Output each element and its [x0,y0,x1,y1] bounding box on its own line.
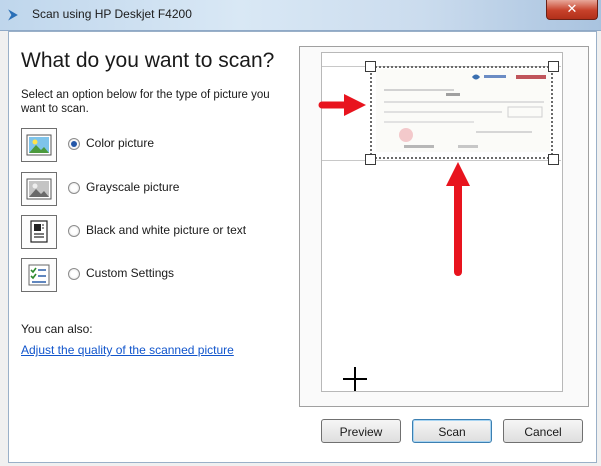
radio-custom-settings[interactable] [68,268,80,280]
custom-settings-icon[interactable] [21,258,57,292]
preview-button[interactable]: Preview [321,419,401,443]
radio-grayscale-picture[interactable] [68,182,80,194]
adjust-quality-link[interactable]: Adjust the quality of the scanned pictur… [21,343,234,357]
option-label: Black and white picture or text [86,223,247,237]
scan-button[interactable]: Scan [412,419,492,443]
close-button[interactable]: ✕ [546,0,598,20]
option-label: Color picture [86,136,155,150]
option-black-white[interactable]: Black and white picture or text [21,215,291,249]
preview-page [321,52,563,392]
radio-color-picture[interactable] [68,138,80,150]
resize-handle-top-right[interactable] [548,61,559,72]
color-picture-icon[interactable] [21,128,57,162]
scanner-icon: ⮞ [8,6,19,22]
cancel-button[interactable]: Cancel [503,419,583,443]
scan-preview-pane [299,46,589,407]
option-color-picture[interactable]: Color picture [21,128,291,162]
instructions-text: Select an option below for the type of p… [21,89,270,115]
option-label: Custom Settings [86,266,175,280]
option-custom-settings[interactable]: Custom Settings [21,258,291,292]
resize-handle-top-left[interactable] [365,61,376,72]
resize-handle-bottom-left[interactable] [365,154,376,165]
preview-guide-line [322,160,561,161]
dialog-body: What do you want to scan? Select an opti… [8,31,597,463]
option-label: Grayscale picture [86,180,180,194]
resize-handle-bottom-right[interactable] [548,154,559,165]
grayscale-picture-icon[interactable] [21,172,57,206]
page-title: What do you want to scan? [21,49,275,72]
crosshair-cursor-icon [343,367,367,391]
radio-black-white[interactable] [68,225,80,237]
title-bar: ⮞ Scan using HP Deskjet F4200 ✕ [0,0,601,31]
black-white-text-icon[interactable] [21,215,57,249]
window-title: Scan using HP Deskjet F4200 [32,7,192,21]
option-grayscale-picture[interactable]: Grayscale picture [21,172,291,206]
scan-area-selection[interactable] [370,66,553,159]
also-label: You can also: [21,322,93,336]
